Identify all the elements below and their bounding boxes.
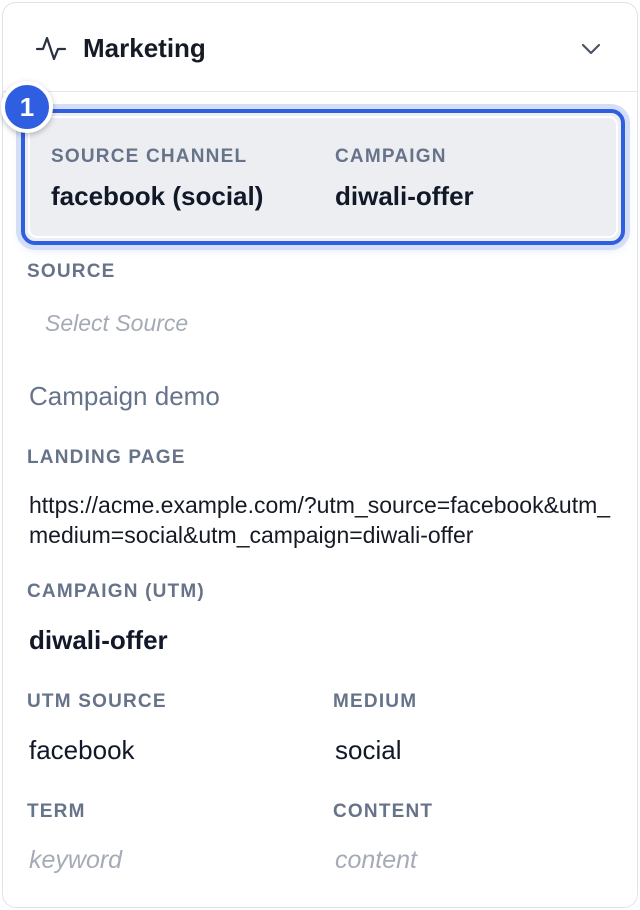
term-input[interactable]: keyword: [29, 846, 122, 874]
source-label: SOURCE: [27, 261, 116, 282]
source-channel-label: SOURCE CHANNEL: [51, 146, 248, 167]
campaign-utm-label: CAMPAIGN (UTM): [27, 581, 205, 602]
activity-pulse-icon: [35, 36, 67, 61]
utm-source-label: UTM SOURCE: [27, 691, 167, 712]
landing-page-url: https://acme.example.com/?utm_source=fac…: [29, 492, 611, 548]
content-input[interactable]: content: [335, 846, 417, 874]
campaign-label: CAMPAIGN: [335, 146, 447, 167]
source-select[interactable]: Select Source: [45, 309, 188, 337]
medium-label: MEDIUM: [333, 691, 418, 712]
landing-page-label: LANDING PAGE: [27, 447, 186, 468]
highlight-inner-ring: [28, 116, 618, 238]
campaign-utm-value: diwali-offer: [29, 625, 168, 655]
step-number-badge: 1: [1, 81, 53, 133]
campaign-value: diwali-offer: [335, 181, 474, 211]
source-channel-value: facebook (social): [51, 181, 264, 211]
medium-value: social: [335, 735, 402, 765]
marketing-panel: Marketing SOURCE CHANNEL facebook (socia…: [1, 2, 638, 908]
panel-title: Marketing: [83, 33, 206, 63]
content-label: CONTENT: [333, 801, 434, 822]
panel-header[interactable]: Marketing: [3, 3, 637, 92]
utm-source-value: facebook: [29, 735, 135, 765]
term-label: TERM: [27, 801, 86, 822]
highlighted-attribution-summary[interactable]: SOURCE CHANNEL facebook (social) CAMPAIG…: [21, 109, 625, 245]
chevron-down-icon[interactable]: [579, 37, 603, 61]
campaign-name: Campaign demo: [29, 381, 220, 411]
